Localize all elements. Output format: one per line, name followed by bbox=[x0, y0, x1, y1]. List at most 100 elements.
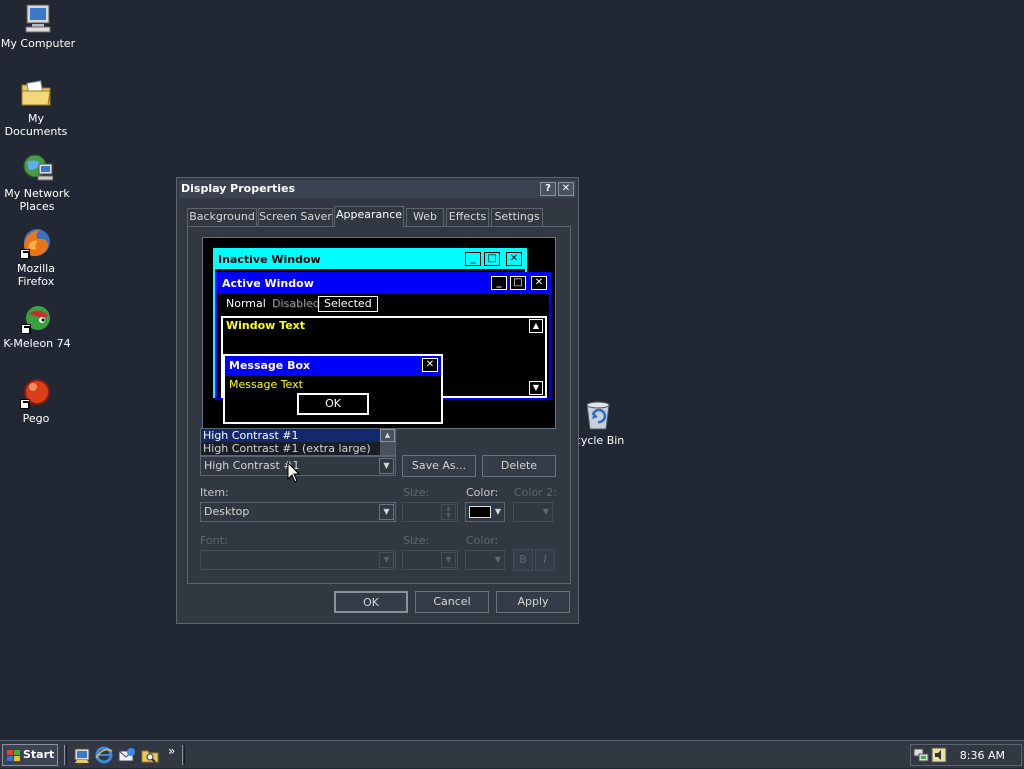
item-size-label: Size: bbox=[403, 486, 430, 499]
item-color-picker[interactable]: ▼ bbox=[465, 502, 505, 522]
scroll-up-icon[interactable]: ▲ bbox=[380, 429, 395, 442]
preview-menu-disabled: Disabled bbox=[272, 297, 320, 310]
scheme-option[interactable]: High Contrast #1 (extra large) bbox=[201, 442, 381, 455]
font-select: ▼ bbox=[200, 550, 396, 570]
desktop-icon-label: My Network Places bbox=[4, 187, 70, 213]
color-swatch bbox=[469, 506, 491, 518]
apply-button[interactable]: Apply bbox=[496, 591, 570, 613]
desktop-icon-firefox[interactable]: Mozilla Firefox bbox=[0, 227, 74, 288]
tab-settings[interactable]: Settings bbox=[491, 208, 543, 226]
chevron-down-icon[interactable]: ▼ bbox=[379, 504, 394, 520]
desktop-icon-label: Pego bbox=[22, 412, 50, 425]
preview-inactive-caption: Inactive Window _ □ ✕ bbox=[215, 250, 525, 269]
close-icon: ✕ bbox=[506, 252, 522, 266]
preview-message-text: Message Text bbox=[229, 378, 303, 391]
desktop-icon-network-places[interactable]: My Network Places bbox=[0, 152, 75, 213]
preview-menu-selected: Selected bbox=[318, 296, 378, 312]
network-status-icon[interactable] bbox=[913, 747, 929, 763]
scheme-option[interactable]: High Contrast #1 bbox=[201, 429, 381, 442]
appearance-preview: Inactive Window _ □ ✕ Active Window _ □ … bbox=[202, 237, 556, 429]
delete-button[interactable]: Delete bbox=[482, 455, 556, 477]
tab-web[interactable]: Web bbox=[406, 208, 444, 226]
desktop-icon-label: My Documents bbox=[4, 112, 68, 138]
item-color2-picker: ▼ bbox=[513, 502, 553, 522]
preview-menu-normal: Normal bbox=[226, 297, 266, 310]
preview-inactive-title: Inactive Window bbox=[218, 253, 321, 266]
desktop-icon-label: Mozilla Firefox bbox=[17, 262, 55, 288]
italic-button: I bbox=[535, 549, 555, 571]
chevron-down-icon: ▼ bbox=[379, 552, 394, 568]
preview-menubar: Normal Disabled Selected bbox=[217, 294, 549, 314]
color-scheme-value: High Contrast #1 bbox=[204, 459, 300, 472]
dialog-title: Display Properties bbox=[181, 182, 296, 195]
preview-message-box: Message Box ✕ Message Text OK bbox=[223, 354, 443, 424]
chevron-down-icon[interactable]: ▼ bbox=[379, 458, 394, 474]
close-button[interactable]: ✕ bbox=[558, 182, 574, 196]
desktop-icon-pego[interactable]: Pego bbox=[0, 377, 74, 425]
preview-active-caption: Active Window _ □ ✕ bbox=[217, 274, 549, 294]
scroll-up-icon: ▲ bbox=[529, 319, 543, 333]
help-button[interactable]: ? bbox=[540, 182, 556, 196]
preview-msgbox-caption: Message Box ✕ bbox=[225, 356, 441, 376]
font-label: Font: bbox=[200, 534, 228, 547]
font-size-select: ▼ bbox=[402, 550, 458, 570]
desktop-icon-my-computer[interactable]: My Computer bbox=[0, 2, 76, 50]
taskbar-separator bbox=[182, 745, 185, 765]
show-desktop-icon[interactable] bbox=[73, 746, 91, 764]
quick-launch-chevron[interactable]: » bbox=[168, 744, 175, 758]
close-icon: ✕ bbox=[422, 358, 438, 372]
item-label: Item: bbox=[200, 486, 229, 499]
preview-ok-button: OK bbox=[297, 393, 369, 415]
font-color-label: Color: bbox=[466, 534, 499, 547]
dialog-titlebar[interactable]: Display Properties ? ✕ bbox=[179, 180, 576, 198]
desktop-icon-label: My Computer bbox=[0, 37, 76, 50]
maximize-icon: □ bbox=[484, 252, 500, 266]
start-label: Start bbox=[23, 748, 55, 761]
preview-msgbox-title: Message Box bbox=[229, 359, 311, 372]
pego-icon bbox=[20, 377, 52, 409]
minimize-icon: _ bbox=[465, 252, 481, 266]
system-tray: 8:36 AM bbox=[910, 744, 1022, 766]
desktop-icon-k-meleon[interactable]: K-Meleon 74 bbox=[0, 302, 75, 350]
item-select[interactable]: Desktop ▼ bbox=[200, 502, 396, 522]
item-color2-label: Color 2: bbox=[514, 486, 557, 499]
spinner-icon: ▲ ▼ bbox=[441, 504, 456, 520]
tab-effects[interactable]: Effects bbox=[446, 208, 489, 226]
font-size-label: Size: bbox=[403, 534, 430, 547]
internet-explorer-icon[interactable] bbox=[95, 746, 113, 764]
network-icon bbox=[21, 152, 54, 184]
save-as-button[interactable]: Save As... bbox=[402, 455, 476, 477]
item-value: Desktop bbox=[204, 505, 250, 518]
folder-icon bbox=[20, 77, 52, 109]
clock[interactable]: 8:36 AM bbox=[960, 749, 1005, 762]
item-size-stepper: ▲ ▼ bbox=[402, 502, 458, 522]
preview-active-title: Active Window bbox=[222, 277, 314, 290]
dropdown-scrollbar[interactable]: ▲ bbox=[380, 429, 395, 455]
scheme-dropdown-list[interactable]: High Contrast #1 High Contrast #1 (extra… bbox=[200, 428, 396, 456]
volume-icon[interactable] bbox=[931, 747, 947, 763]
desktop-icon-label: K-Meleon 74 bbox=[3, 337, 71, 350]
outlook-express-icon[interactable] bbox=[118, 746, 136, 764]
tab-screen-saver[interactable]: Screen Saver bbox=[258, 208, 333, 226]
chevron-down-icon: ▼ bbox=[542, 507, 549, 516]
search-folder-icon[interactable] bbox=[141, 746, 159, 764]
start-button[interactable]: Start bbox=[2, 744, 58, 766]
item-color-label: Color: bbox=[466, 486, 499, 499]
shortcut-arrow-icon bbox=[20, 249, 30, 259]
tab-background[interactable]: Background bbox=[187, 208, 257, 226]
cancel-button[interactable]: Cancel bbox=[415, 591, 489, 613]
desktop-icon-my-documents[interactable]: My Documents bbox=[0, 77, 74, 138]
taskbar: Start » 8:36 AM bbox=[0, 740, 1024, 768]
chevron-down-icon: ▼ bbox=[494, 507, 501, 516]
quick-launch-separator bbox=[64, 745, 67, 765]
preview-window-text: Window Text bbox=[226, 319, 306, 332]
bold-button: B bbox=[513, 549, 533, 571]
firefox-icon bbox=[20, 227, 52, 259]
ok-button[interactable]: OK bbox=[334, 591, 408, 613]
windows-logo-icon bbox=[7, 749, 20, 761]
tab-appearance[interactable]: Appearance bbox=[334, 206, 404, 227]
scroll-down-icon: ▼ bbox=[529, 381, 543, 395]
chevron-down-icon: ▼ bbox=[494, 555, 501, 564]
close-icon: ✕ bbox=[531, 276, 547, 290]
minimize-icon: _ bbox=[491, 276, 507, 290]
